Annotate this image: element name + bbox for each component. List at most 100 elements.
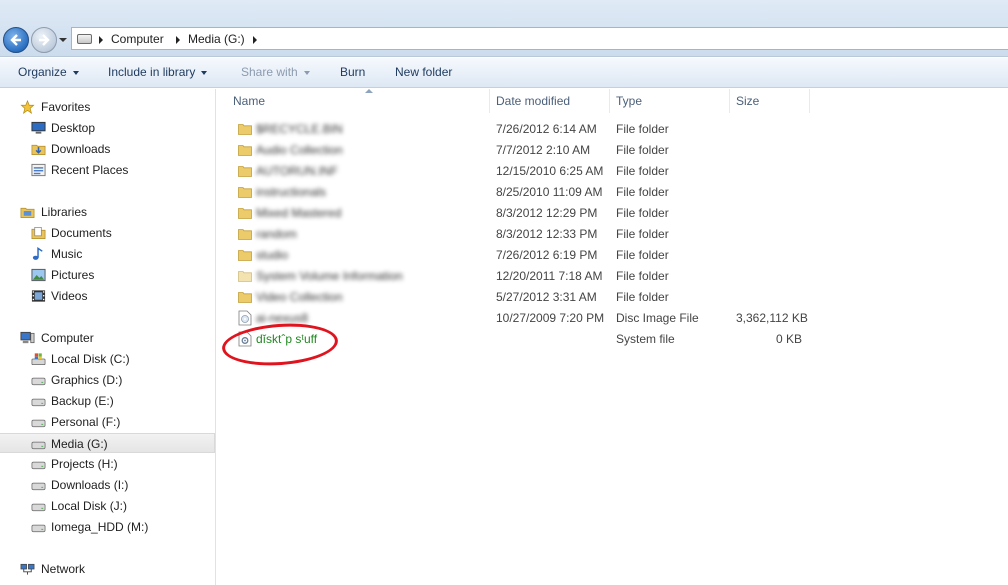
forward-button[interactable] bbox=[31, 27, 57, 53]
file-name: ai-nexus8 bbox=[256, 311, 309, 325]
sidebar-item-libraries[interactable]: Libraries bbox=[0, 202, 215, 222]
column-header-date[interactable]: Date modified bbox=[490, 89, 610, 113]
file-row[interactable]: random 8/3/2012 12:33 PM File folder bbox=[217, 224, 817, 245]
file-name: Mixed Mastered bbox=[256, 206, 342, 220]
sidebar-item-computer[interactable]: Computer bbox=[0, 328, 215, 348]
column-header-label: Type bbox=[616, 94, 643, 108]
file-date: 7/26/2012 6:14 AM bbox=[496, 122, 597, 136]
sidebar-item-label: Documents bbox=[51, 226, 112, 240]
file-name: AUTORUN.INF bbox=[256, 164, 338, 178]
sidebar-item-videos[interactable]: Videos bbox=[0, 286, 215, 306]
sidebar-item-documents[interactable]: Documents bbox=[0, 223, 215, 243]
folder-icon bbox=[238, 187, 252, 198]
file-type: File folder bbox=[616, 143, 669, 157]
sidebar-item-pictures[interactable]: Pictures bbox=[0, 265, 215, 285]
file-type: File folder bbox=[616, 206, 669, 220]
file-row[interactable]: $RECYCLE.BIN 7/26/2012 6:14 AM File fold… bbox=[217, 119, 817, 140]
network-icon bbox=[20, 563, 35, 575]
sidebar-item-label: Favorites bbox=[41, 100, 91, 114]
file-name: dĭsktˆp sᵗuff bbox=[256, 332, 318, 346]
share-label: Share with bbox=[241, 65, 298, 79]
system-drive-icon bbox=[31, 353, 46, 365]
sidebar-item-label: Personal (F:) bbox=[51, 415, 121, 429]
computer-icon bbox=[20, 331, 35, 344]
file-row[interactable]: instructionals 8/25/2010 11:09 AM File f… bbox=[217, 182, 817, 203]
sort-ascending-icon bbox=[365, 89, 373, 93]
file-row[interactable]: Audio Collection 7/7/2012 2:10 AM File f… bbox=[217, 140, 817, 161]
back-button[interactable] bbox=[3, 27, 29, 53]
column-header-name[interactable]: Name bbox=[227, 89, 490, 113]
share-with-button[interactable]: Share with bbox=[241, 65, 310, 79]
organize-label: Organize bbox=[18, 65, 67, 79]
file-name: $RECYCLE.BIN bbox=[256, 122, 343, 136]
sidebar-item-drive-f[interactable]: Personal (F:) bbox=[0, 412, 215, 432]
sidebar-item-network[interactable]: Network bbox=[0, 559, 215, 579]
disc-image-icon bbox=[238, 310, 252, 326]
breadcrumb[interactable]: Computer Media (G:) bbox=[71, 27, 1008, 50]
sidebar-item-label: Backup (E:) bbox=[51, 394, 114, 408]
file-type: File folder bbox=[616, 122, 669, 136]
file-type: File folder bbox=[616, 227, 669, 241]
include-in-library-button[interactable]: Include in library bbox=[108, 65, 208, 79]
sidebar-item-label: Music bbox=[51, 247, 83, 261]
breadcrumb-chevron-icon[interactable] bbox=[99, 36, 103, 44]
file-type: File folder bbox=[616, 185, 669, 199]
drive-icon bbox=[31, 398, 46, 407]
file-name: random bbox=[256, 227, 297, 241]
sidebar-item-drive-i[interactable]: Downloads (I:) bbox=[0, 475, 215, 495]
star-icon bbox=[20, 100, 35, 114]
file-size: 0 KB bbox=[775, 332, 802, 346]
sidebar-item-drive-g[interactable]: Media (G:) bbox=[0, 433, 215, 453]
dropdown-arrow-icon bbox=[201, 70, 208, 75]
sidebar-item-label: Local Disk (C:) bbox=[51, 352, 130, 366]
sidebar-item-drive-c[interactable]: Local Disk (C:) bbox=[0, 349, 215, 369]
recent-pages-chevron-icon[interactable] bbox=[58, 35, 68, 45]
file-type: File folder bbox=[616, 248, 669, 262]
desktop-icon bbox=[31, 121, 46, 134]
breadcrumb-media[interactable]: Media (G:) bbox=[188, 32, 245, 46]
sidebar-item-recent-places[interactable]: Recent Places bbox=[0, 160, 215, 180]
sidebar-item-drive-h[interactable]: Projects (H:) bbox=[0, 454, 215, 474]
folder-icon bbox=[238, 124, 252, 135]
file-row[interactable]: dĭsktˆp sᵗuff System file 0 KB bbox=[217, 329, 817, 350]
dropdown-arrow-icon bbox=[72, 70, 79, 75]
sidebar-item-drive-e[interactable]: Backup (E:) bbox=[0, 391, 215, 411]
burn-button[interactable]: Burn bbox=[340, 65, 365, 79]
sidebar-item-drive-m[interactable]: Iomega_HDD (M:) bbox=[0, 517, 215, 537]
file-row[interactable]: Mixed Mastered 8/3/2012 12:29 PM File fo… bbox=[217, 203, 817, 224]
sidebar-item-drive-j[interactable]: Local Disk (J:) bbox=[0, 496, 215, 516]
dropdown-arrow-icon bbox=[303, 70, 310, 75]
file-row[interactable]: studio 7/26/2012 6:19 PM File folder bbox=[217, 245, 817, 266]
file-row[interactable]: ai-nexus8 10/27/2009 7:20 PM Disc Image … bbox=[217, 308, 817, 329]
new-folder-button[interactable]: New folder bbox=[395, 65, 452, 79]
file-size: 3,362,112 KB bbox=[736, 311, 808, 325]
sidebar-item-label: Media (G:) bbox=[51, 437, 108, 451]
file-row[interactable]: AUTORUN.INF 12/15/2010 6:25 AM File fold… bbox=[217, 161, 817, 182]
sidebar-item-label: Graphics (D:) bbox=[51, 373, 123, 387]
sidebar-item-music[interactable]: Music bbox=[0, 244, 215, 264]
breadcrumb-chevron-icon[interactable] bbox=[253, 36, 257, 44]
breadcrumb-chevron-icon[interactable] bbox=[176, 36, 180, 44]
file-name: studio bbox=[256, 248, 289, 262]
recent-places-icon bbox=[31, 163, 46, 177]
sidebar-item-label: Downloads (I:) bbox=[51, 478, 129, 492]
file-row[interactable]: System Volume Information 12/20/2011 7:1… bbox=[217, 266, 817, 287]
organize-button[interactable]: Organize bbox=[18, 65, 79, 79]
folder-icon bbox=[238, 166, 252, 177]
column-header-type[interactable]: Type bbox=[610, 89, 730, 113]
column-header-size[interactable]: Size bbox=[730, 89, 810, 113]
address-bar: Computer Media (G:) bbox=[0, 0, 1008, 57]
command-bar: Organize Include in library Share with B… bbox=[0, 58, 1008, 88]
sidebar-item-downloads[interactable]: Downloads bbox=[0, 139, 215, 159]
breadcrumb-computer[interactable]: Computer bbox=[111, 32, 164, 46]
file-date: 5/27/2012 3:31 AM bbox=[496, 290, 597, 304]
film-strip-icon bbox=[31, 290, 46, 302]
file-type: File folder bbox=[616, 269, 669, 283]
sidebar-item-drive-d[interactable]: Graphics (D:) bbox=[0, 370, 215, 390]
sidebar-item-favorites[interactable]: Favorites bbox=[0, 97, 215, 117]
file-row[interactable]: Video Collection 5/27/2012 3:31 AM File … bbox=[217, 287, 817, 308]
file-date: 8/3/2012 12:33 PM bbox=[496, 227, 598, 241]
sidebar-item-desktop[interactable]: Desktop bbox=[0, 118, 215, 138]
sidebar-item-label: Local Disk (J:) bbox=[51, 499, 128, 513]
navigation-pane: Favorites Desktop Downloads Recent Place… bbox=[0, 89, 216, 585]
